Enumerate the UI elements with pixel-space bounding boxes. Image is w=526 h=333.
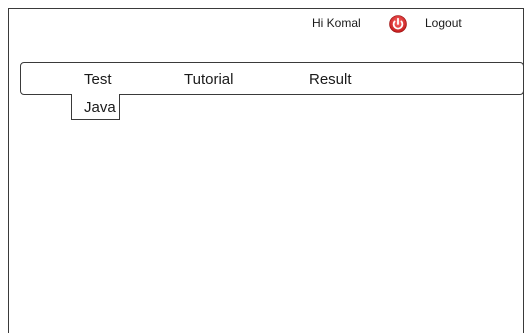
main-nav-bar: Test Tutorial Result <box>20 62 524 95</box>
user-greeting: Hi Komal <box>312 16 361 30</box>
power-icon[interactable] <box>389 15 407 33</box>
nav-item-test[interactable]: Test <box>84 71 112 88</box>
page-frame <box>8 8 524 333</box>
logout-link[interactable]: Logout <box>425 16 462 30</box>
dropdown-item-java[interactable]: Java <box>84 99 116 116</box>
top-header: Hi Komal Logout <box>0 0 526 40</box>
nav-item-tutorial[interactable]: Tutorial <box>184 71 233 88</box>
nav-item-result[interactable]: Result <box>309 71 352 88</box>
test-dropdown-menu: Java <box>71 94 120 120</box>
